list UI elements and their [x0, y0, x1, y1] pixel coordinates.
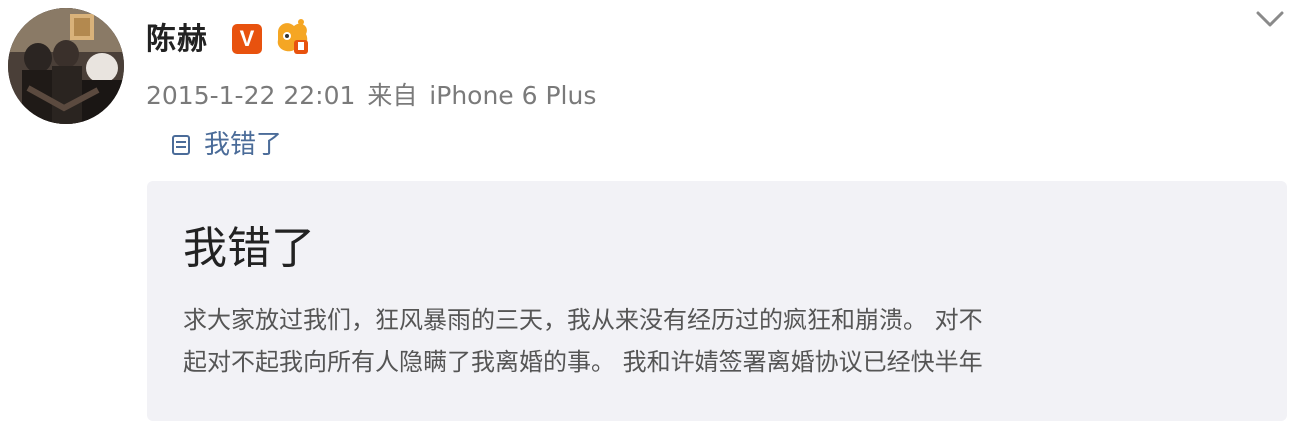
article-link-label: 我错了 — [204, 130, 283, 160]
verified-badge-icon: V — [232, 24, 262, 54]
article-excerpt: 求大家放过我们，狂风暴雨的三天，我从来没有经历过的疯狂和崩溃。 对不 起对不起我… — [183, 299, 1263, 383]
post-timestamp[interactable]: 2015-1-22 22:01 — [146, 81, 355, 110]
source-device[interactable]: iPhone 6 Plus — [429, 81, 596, 110]
document-icon — [172, 135, 190, 155]
source-prefix: 来自 — [367, 81, 418, 110]
username[interactable]: 陈赫 — [146, 22, 208, 58]
weibo-post: 陈赫 V 2015-1-22 22:01 来自 iPhone 6 Plus 我错… — [0, 0, 1294, 421]
chevron-down-icon[interactable] — [1252, 6, 1288, 32]
article-link[interactable]: 我错了 — [170, 127, 282, 163]
article-card[interactable]: 我错了 求大家放过我们，狂风暴雨的三天，我从来没有经历过的疯狂和崩溃。 对不 起… — [147, 181, 1287, 421]
article-title: 我错了 — [183, 223, 315, 274]
avatar[interactable] — [8, 8, 124, 124]
post-meta: 2015-1-22 22:01 来自 iPhone 6 Plus — [146, 80, 600, 112]
article-excerpt-line: 起对不起我向所有人隐瞒了我离婚的事。 我和许婧签署离婚协议已经快半年 — [183, 348, 983, 376]
weibo-vip-icon — [277, 19, 308, 54]
article-excerpt-line: 求大家放过我们，狂风暴雨的三天，我从来没有经历过的疯狂和崩溃。 对不 — [183, 306, 983, 334]
